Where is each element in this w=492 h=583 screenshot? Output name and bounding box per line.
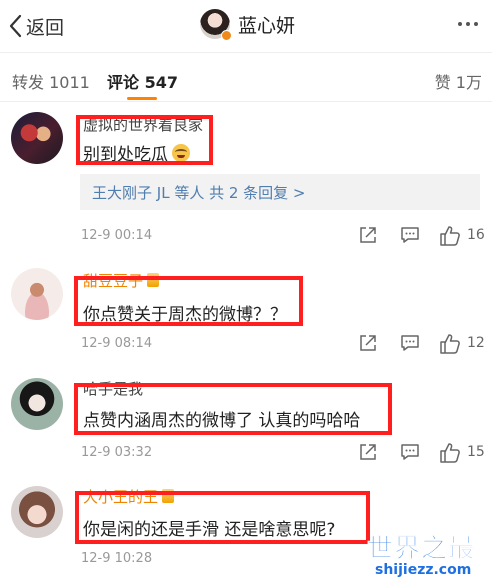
- highlight-box: [75, 491, 370, 544]
- comment-timestamp: 12-9 03:32: [81, 445, 153, 460]
- comment-actions: 12: [355, 333, 485, 355]
- list-item: 甜豆豆子 你点赞关于周杰的微博？？ 12-9 08:14 12: [0, 258, 492, 368]
- more-options-icon[interactable]: [458, 22, 478, 26]
- comment-timestamp: 12-9 00:14: [81, 228, 153, 243]
- profile-title[interactable]: 蓝心妍: [200, 9, 296, 41]
- watermark-url: shijiezz.com: [375, 562, 472, 578]
- comment-icon[interactable]: [400, 333, 420, 353]
- comment-actions: 15: [355, 442, 485, 464]
- tab-reposts[interactable]: 转发 1011: [12, 69, 90, 93]
- watermark-logo: 世界之最 shijiezz.com: [367, 528, 489, 583]
- replies-summary[interactable]: 王大刚子 JL 等人 共 2 条回复 >: [80, 174, 480, 210]
- highlight-box: [76, 115, 213, 165]
- thumbs-up-icon[interactable]: [439, 442, 461, 464]
- back-button[interactable]: 返回: [8, 12, 64, 40]
- avatar[interactable]: [11, 112, 63, 164]
- thumbs-up-icon[interactable]: [439, 225, 461, 247]
- active-tab-indicator: [127, 97, 157, 100]
- comment-timestamp: 12-9 08:14: [81, 336, 153, 351]
- chevron-left-icon: [8, 14, 22, 38]
- comment-actions: 16: [355, 225, 485, 247]
- tab-bar: 转发 1011 评论 547 赞 1万: [0, 52, 492, 102]
- avatar[interactable]: [11, 486, 63, 538]
- comment-timestamp: 12-9 10:28: [81, 551, 153, 566]
- list-item: 哈手是我 点赞内涵周杰的微博了 认真的吗哈哈 12-9 03:32 15: [0, 368, 492, 478]
- avatar[interactable]: [11, 378, 63, 430]
- share-icon[interactable]: [358, 333, 378, 353]
- comment-icon[interactable]: [400, 442, 420, 462]
- tab-likes[interactable]: 赞 1万: [435, 69, 482, 93]
- highlight-box: [74, 383, 392, 435]
- like-count: 12: [467, 335, 485, 351]
- page-title: 蓝心妍: [238, 14, 296, 37]
- tab-comments[interactable]: 评论 547: [107, 69, 178, 93]
- share-icon[interactable]: [358, 225, 378, 245]
- top-bar: 返回 蓝心妍: [0, 0, 492, 52]
- back-label: 返回: [26, 16, 65, 39]
- highlight-box: [74, 276, 303, 326]
- avatar[interactable]: [11, 268, 63, 320]
- verified-badge-icon: [221, 30, 232, 41]
- comment-icon[interactable]: [400, 225, 420, 245]
- watermark-title: 世界之最: [367, 534, 476, 565]
- like-count: 16: [467, 227, 485, 243]
- avatar[interactable]: [200, 9, 232, 41]
- share-icon[interactable]: [358, 442, 378, 462]
- thumbs-up-icon[interactable]: [439, 333, 461, 355]
- list-item: 虚拟的世界着良家 别到处吃瓜 王大刚子 JL 等人 共 2 条回复 > 12-9…: [0, 102, 492, 250]
- like-count: 15: [467, 444, 485, 460]
